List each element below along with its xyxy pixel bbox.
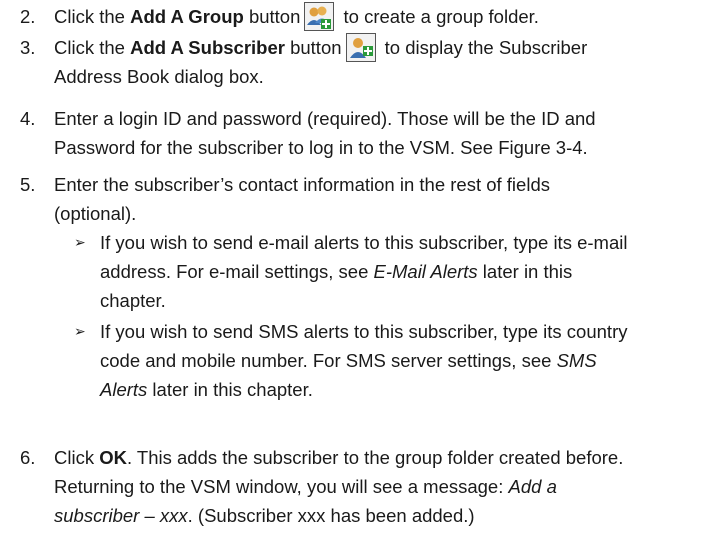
step-text-cont: Password for the subscriber to log in to…: [54, 137, 588, 158]
step-text: Enter the subscriber’s contact informati…: [54, 174, 550, 195]
step-text: Click the Add A Subscriber button to dis…: [54, 32, 702, 62]
step-text-cont: (optional).: [54, 203, 137, 224]
add-subscriber-icon: [345, 32, 376, 62]
add-group-icon: [304, 1, 335, 31]
add-group-label: Add A Group: [130, 6, 244, 27]
ok-label: OK: [99, 447, 127, 468]
step-text-cont: Address Book dialog box.: [54, 66, 264, 87]
step-number: 5.: [20, 174, 36, 195]
step-number: 6.: [20, 447, 36, 468]
step-number: 2.: [20, 6, 36, 27]
arrow-bullet-icon: ➢: [74, 234, 86, 250]
add-subscriber-label: Add A Subscriber: [130, 37, 285, 58]
step-number: 3.: [20, 37, 36, 58]
step-text: Click the Add A Group button to create a…: [54, 1, 702, 31]
step-number: 4.: [20, 108, 36, 129]
arrow-bullet-icon: ➢: [74, 323, 86, 339]
step-text: Enter a login ID and password (required)…: [54, 108, 596, 129]
